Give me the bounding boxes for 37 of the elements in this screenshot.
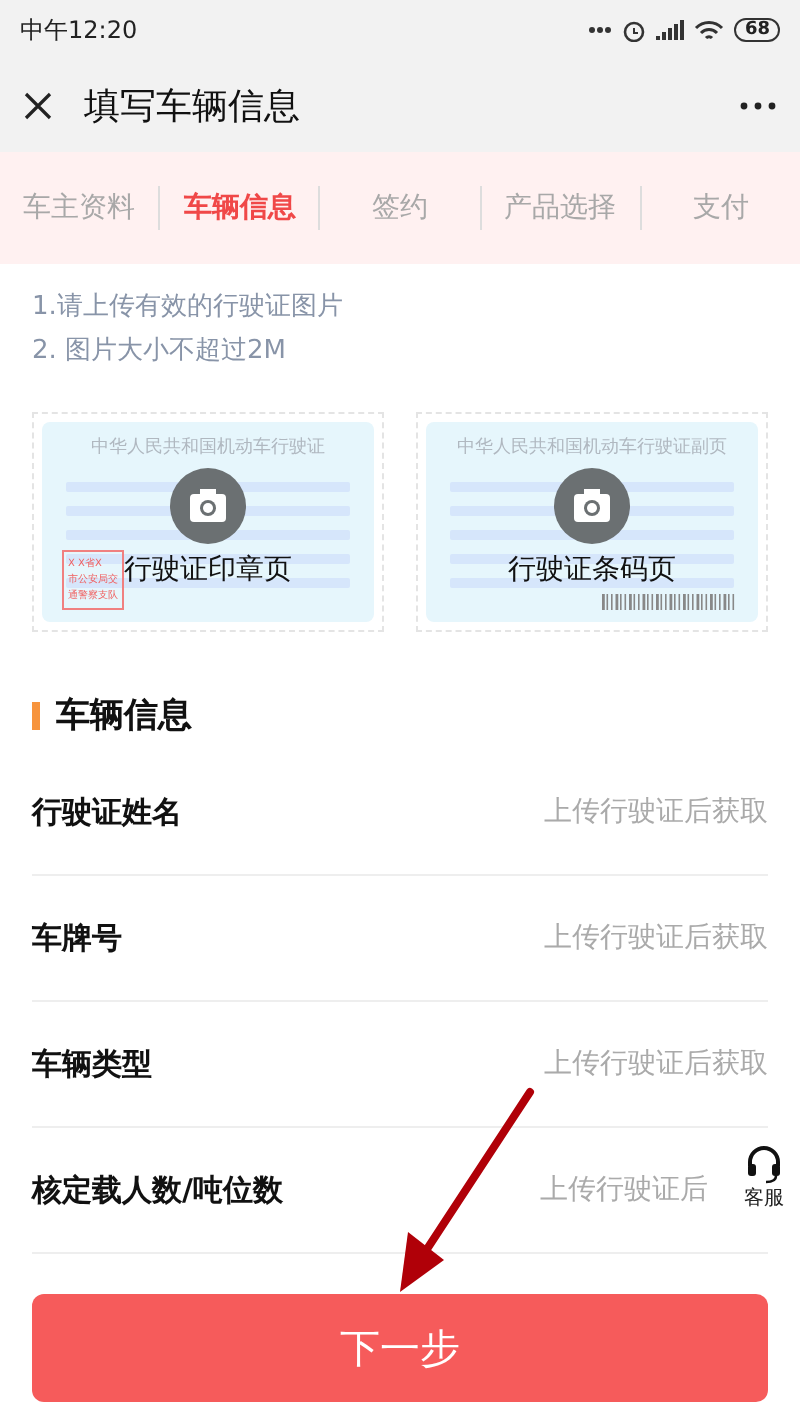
close-icon[interactable] bbox=[24, 92, 52, 120]
more-icon bbox=[588, 26, 613, 34]
camera-icon bbox=[554, 468, 630, 544]
field-label: 车牌号 bbox=[32, 919, 122, 957]
support-button[interactable]: 客服 bbox=[740, 1144, 788, 1212]
step-tab[interactable]: 签约 bbox=[320, 190, 480, 226]
card-title: 中华人民共和国机动车行驶证副页 bbox=[457, 435, 727, 460]
headset-icon bbox=[744, 1144, 784, 1184]
field-value: 上传行驶证后获取 bbox=[544, 794, 768, 830]
wifi-icon bbox=[694, 19, 725, 41]
page-title: 填写车辆信息 bbox=[84, 84, 302, 130]
step-tab[interactable]: 产品选择 bbox=[481, 190, 640, 226]
step-tab[interactable]: 车主资料 bbox=[0, 190, 159, 226]
section-marker bbox=[32, 701, 40, 729]
upload-label: 行驶证印章页 bbox=[124, 552, 292, 588]
upload-note: 2. 图片大小不超过2M bbox=[32, 334, 289, 368]
alarm-icon bbox=[622, 18, 647, 42]
upload-note: 1.请上传有效的行驶证图片 bbox=[32, 290, 345, 324]
field-label: 车辆类型 bbox=[32, 1045, 152, 1083]
field-label: 核定载人数/吨位数 bbox=[32, 1171, 283, 1209]
barcode-icon bbox=[602, 594, 738, 610]
more-icon[interactable] bbox=[740, 102, 776, 110]
step-tab[interactable]: 支付 bbox=[641, 190, 800, 226]
upload-card[interactable]: 中华人民共和国机动车行驶证副页 行驶证条码页 bbox=[416, 412, 768, 632]
card-title: 中华人民共和国机动车行驶证 bbox=[91, 435, 325, 460]
battery-level: 68 bbox=[734, 18, 780, 42]
step-tab[interactable]: 车辆信息 bbox=[160, 190, 319, 226]
field-value: 上传行驶证后获取 bbox=[544, 920, 768, 956]
field-value: 上传行驶证后获取 bbox=[544, 1046, 768, 1082]
field-label: 行驶证姓名 bbox=[32, 793, 182, 831]
status-time: 中午12:20 bbox=[20, 13, 138, 47]
signal-icon bbox=[656, 19, 685, 41]
field-value: 上传行驶证后 bbox=[540, 1172, 708, 1208]
next-button[interactable]: 下一步 bbox=[32, 1294, 768, 1402]
camera-icon bbox=[170, 468, 246, 544]
upload-label: 行驶证条码页 bbox=[508, 552, 676, 588]
section-title: 车辆信息 bbox=[56, 694, 192, 738]
